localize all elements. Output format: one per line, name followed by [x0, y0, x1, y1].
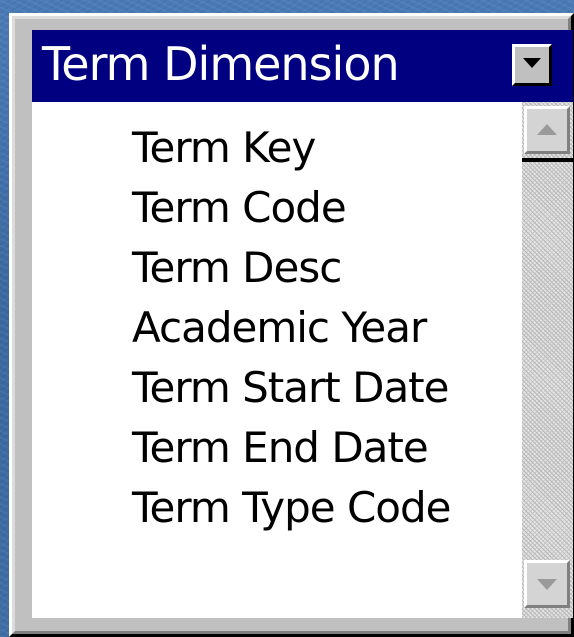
scroll-up-arrow-icon	[537, 124, 557, 135]
list-item-academic-year[interactable]: Academic Year	[132, 302, 427, 354]
list-item-term-end-date[interactable]: Term End Date	[132, 422, 429, 474]
field-list-window: Term Dimension Term Key Term Code Term D…	[9, 13, 574, 637]
field-list: Term Key Term Code Term Desc Academic Ye…	[32, 102, 522, 618]
list-item-term-key[interactable]: Term Key	[132, 122, 316, 174]
list-item-term-type-code[interactable]: Term Type Code	[132, 482, 451, 534]
scroll-down-arrow-icon	[537, 579, 557, 590]
list-item-term-code[interactable]: Term Code	[132, 182, 347, 234]
dimension-header[interactable]: Term Dimension	[32, 30, 573, 102]
list-item-term-start-date[interactable]: Term Start Date	[132, 362, 449, 414]
vertical-scrollbar[interactable]	[522, 102, 573, 618]
field-list-area: Term Key Term Code Term Desc Academic Ye…	[32, 102, 573, 618]
dimension-title: Term Dimension	[42, 37, 400, 91]
list-item-term-desc[interactable]: Term Desc	[132, 242, 342, 294]
scroll-track[interactable]	[522, 162, 573, 558]
scroll-up-button[interactable]	[524, 106, 570, 154]
dropdown-arrow-icon	[523, 58, 541, 68]
scroll-down-button[interactable]	[524, 560, 570, 608]
dropdown-button[interactable]	[512, 44, 552, 86]
